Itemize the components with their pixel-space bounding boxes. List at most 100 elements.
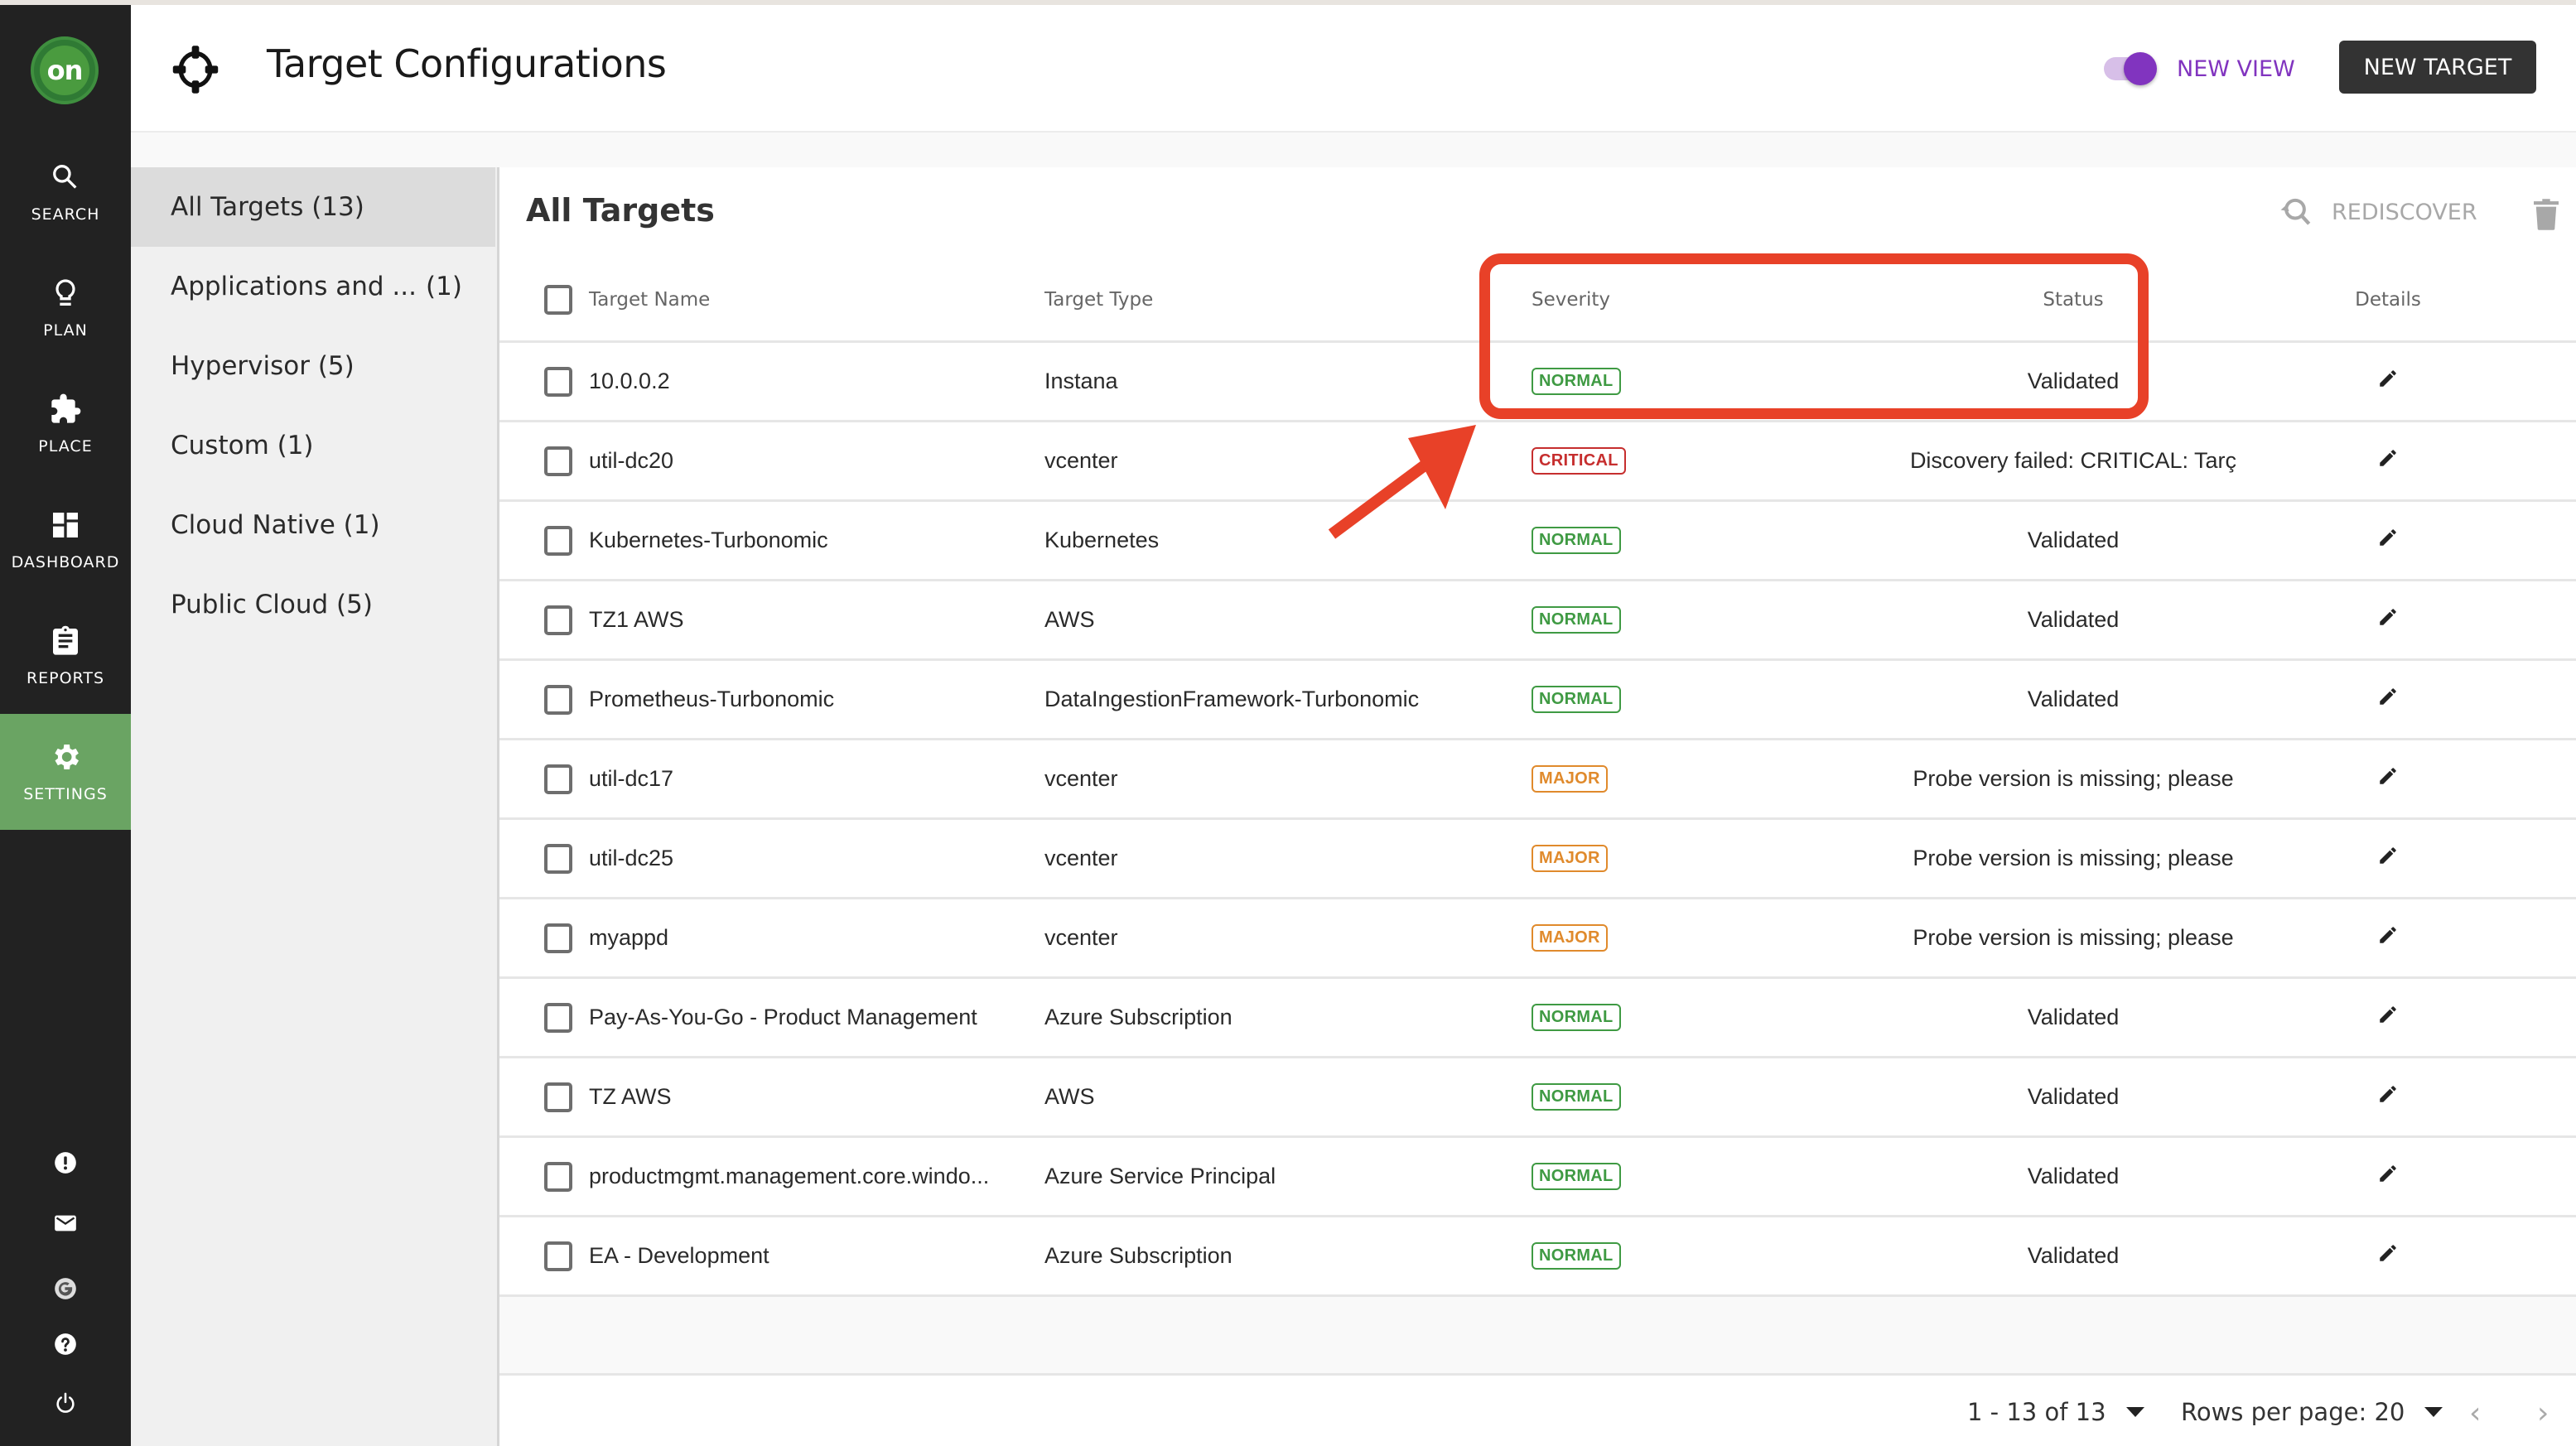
row-checkbox[interactable]	[544, 1002, 572, 1033]
edit-button[interactable]	[2322, 422, 2454, 494]
target-name[interactable]: TZ AWS	[589, 1084, 672, 1110]
name-cell: Prometheus-Turbonomic	[544, 661, 1008, 738]
new-view-toggle[interactable]: NEW VIEW	[2104, 48, 2295, 89]
target-name[interactable]: 10.0.0.2	[589, 369, 670, 394]
select-all-checkbox[interactable]	[544, 285, 572, 315]
edit-button[interactable]	[2322, 740, 2454, 812]
target-name[interactable]: productmgmt.management.core.windo...	[589, 1164, 989, 1189]
edit-button[interactable]	[2322, 979, 2454, 1050]
status-text: Validated	[2027, 1243, 2120, 1268]
column-header-type[interactable]: Target Type	[1044, 257, 1153, 343]
edit-button[interactable]	[2322, 820, 2454, 891]
nav-label: SEARCH	[31, 205, 100, 224]
row-checkbox[interactable]	[544, 843, 572, 874]
new-target-button[interactable]: NEW TARGET	[2339, 41, 2536, 94]
next-page-button[interactable]: ›	[2537, 1396, 2549, 1430]
nav-item-plan[interactable]: PLAN	[0, 250, 131, 366]
category-hypervisor[interactable]: Hypervisor (5)	[131, 326, 495, 406]
target-name[interactable]: Kubernetes-Turbonomic	[589, 528, 828, 553]
edit-button[interactable]	[2322, 661, 2454, 732]
nav-item-dashboard[interactable]: DASHBOARD	[0, 482, 131, 598]
edit-button[interactable]	[2322, 899, 2454, 971]
turbonomic-logo[interactable]: on	[31, 36, 99, 104]
nav-item-reports[interactable]: REPORTS	[0, 598, 131, 714]
table-row[interactable]: EA - Development Azure Subscription NORMAL…	[499, 1217, 2576, 1297]
nav-label: PLAN	[43, 321, 88, 340]
nav-item-search[interactable]: SEARCH	[0, 134, 131, 250]
target-type: vcenter	[1044, 766, 1118, 791]
edit-button[interactable]	[2322, 343, 2454, 414]
table-row[interactable]: Kubernetes-Turbonomic Kubernetes NORMAL Val…	[499, 502, 2576, 581]
g-logo-button[interactable]	[0, 1268, 131, 1309]
row-checkbox[interactable]	[544, 1241, 572, 1271]
row-checkbox[interactable]	[544, 923, 572, 953]
table-row[interactable]: Prometheus-Turbonomic DataIngestionFramew…	[499, 661, 2576, 740]
prev-page-button[interactable]: ‹	[2469, 1396, 2481, 1430]
edit-button[interactable]	[2322, 1058, 2454, 1130]
notifications-button[interactable]	[0, 1203, 131, 1244]
target-name[interactable]: util-dc25	[589, 846, 673, 871]
severity-cell: NORMAL	[1532, 502, 1621, 579]
row-checkbox[interactable]	[544, 1082, 572, 1112]
edit-button[interactable]	[2322, 502, 2454, 573]
alerts-button[interactable]	[0, 1142, 131, 1183]
crosshair-icon	[172, 46, 219, 94]
rediscover-button[interactable]: REDISCOVER	[2277, 195, 2477, 229]
column-header-severity[interactable]: Severity	[1532, 257, 1610, 343]
table-row[interactable]: 10.0.0.2 Instana NORMAL Validated	[499, 343, 2576, 422]
category-custom[interactable]: Custom (1)	[131, 406, 495, 485]
target-name[interactable]: myappd	[589, 925, 668, 951]
severity-cell: MAJOR	[1532, 820, 1608, 897]
rows-per-page-dropdown[interactable]: Rows per page: 20	[2181, 1398, 2443, 1426]
puzzle-icon	[51, 393, 81, 423]
table-row[interactable]: productmgmt.management.core.windo... Azur…	[499, 1138, 2576, 1217]
trash-icon[interactable]	[2534, 199, 2559, 230]
category-label: Applications and ...	[171, 272, 417, 301]
table-row[interactable]: util-dc25 vcenter MAJOR Probe version is mi…	[499, 820, 2576, 899]
row-checkbox[interactable]	[544, 525, 572, 556]
column-header-status[interactable]: Status	[2007, 257, 2139, 343]
edit-button[interactable]	[2322, 581, 2454, 653]
table-row[interactable]: util-dc20 vcenter CRITICAL Discovery failed…	[499, 422, 2576, 502]
row-checkbox[interactable]	[544, 366, 572, 397]
category-applications[interactable]: Applications and ... (1)	[131, 247, 495, 326]
target-name[interactable]: Pay-As-You-Go - Product Management	[589, 1005, 977, 1030]
help-button[interactable]	[0, 1323, 131, 1365]
category-all-targets[interactable]: All Targets (13)	[131, 167, 495, 247]
pencil-icon	[2380, 529, 2396, 546]
edit-button[interactable]	[2322, 1138, 2454, 1209]
row-checkbox[interactable]	[544, 1161, 572, 1192]
table-row[interactable]: myappd vcenter MAJOR Probe version is missi…	[499, 899, 2576, 979]
toggle-track[interactable]	[2104, 52, 2157, 85]
row-checkbox[interactable]	[544, 605, 572, 635]
column-header-name[interactable]: Target Name	[589, 289, 710, 311]
category-public-cloud[interactable]: Public Cloud (5)	[131, 565, 495, 644]
row-checkbox[interactable]	[544, 446, 572, 476]
nav-item-place[interactable]: PLACE	[0, 366, 131, 482]
table-row[interactable]: Pay-As-You-Go - Product Management Azure …	[499, 979, 2576, 1058]
target-name[interactable]: util-dc17	[589, 766, 673, 792]
page-range-dropdown[interactable]: 1 - 13 of 13	[1967, 1398, 2144, 1426]
table-row[interactable]: util-dc17 vcenter MAJOR Probe version is mi…	[499, 740, 2576, 820]
severity-badge: CRITICAL	[1532, 447, 1626, 475]
target-type: Kubernetes	[1044, 528, 1160, 552]
category-cloud-native[interactable]: Cloud Native (1)	[131, 485, 495, 565]
target-name[interactable]: TZ1 AWS	[589, 607, 684, 633]
table-row[interactable]: TZ AWS AWS NORMAL Validated	[499, 1058, 2576, 1138]
target-name[interactable]: EA - Development	[589, 1243, 769, 1269]
severity-badge: MAJOR	[1532, 924, 1608, 952]
caret-down-icon	[2424, 1407, 2443, 1417]
pencil-icon	[2380, 450, 2396, 466]
target-name[interactable]: util-dc20	[589, 448, 673, 474]
browser-tab-strip	[0, 0, 2576, 5]
row-checkbox[interactable]	[544, 764, 572, 794]
edit-button[interactable]	[2322, 1217, 2454, 1289]
target-name[interactable]: Prometheus-Turbonomic	[589, 687, 834, 712]
nav-item-settings[interactable]: SETTINGS	[0, 714, 131, 830]
toggle-knob[interactable]	[2124, 52, 2157, 85]
mail-icon	[55, 1215, 76, 1232]
logout-button[interactable]	[0, 1382, 131, 1424]
table-row[interactable]: TZ1 AWS AWS NORMAL Validated	[499, 581, 2576, 661]
row-checkbox[interactable]	[544, 684, 572, 715]
gear-icon	[55, 745, 79, 769]
